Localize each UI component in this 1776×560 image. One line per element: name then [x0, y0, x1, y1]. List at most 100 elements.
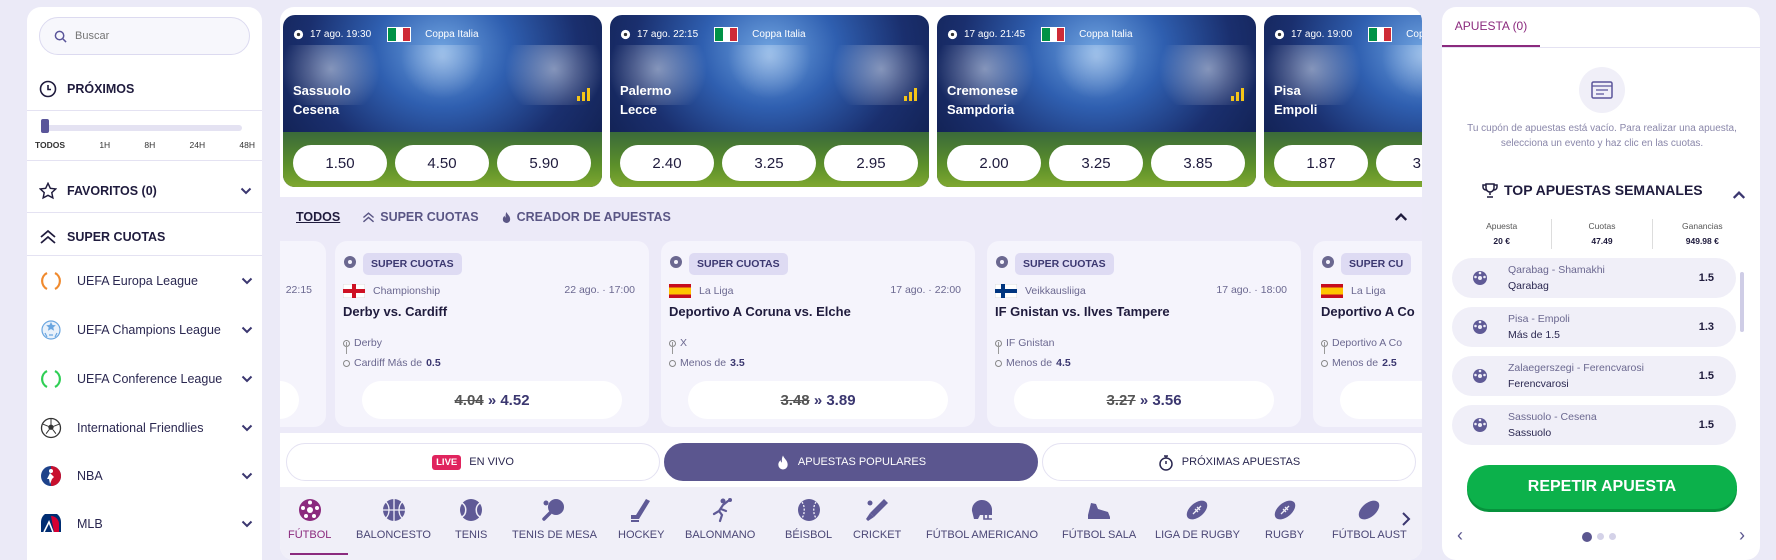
soccer-ball-icon	[1322, 256, 1334, 268]
chevron-down-icon[interactable]	[241, 518, 253, 530]
super-cuota-odds-button[interactable]: 3.27 » 3.56	[1014, 381, 1274, 419]
sidebar-league-europa[interactable]: UEFA Europa League	[39, 266, 254, 296]
selection-2: Cardiff Más de	[354, 357, 423, 369]
top-bet-item[interactable]: Qarabag - Shamakhi Qarabag 1.5	[1452, 258, 1736, 298]
away-team: Sampdoria	[947, 102, 1015, 117]
search-box[interactable]	[39, 17, 250, 55]
tab-super-cuotas[interactable]: SUPER CUOTAS	[362, 210, 479, 224]
basketball-icon	[382, 499, 405, 521]
odds-button-1[interactable]: 1.87	[1274, 145, 1368, 181]
event-date: 17 ago. · 22:00	[890, 284, 961, 296]
super-cuota-odds-button[interactable]	[280, 381, 299, 419]
event-card[interactable]: 17 ago. 21:45 Coppa Italia Cremonese Sampd…	[937, 15, 1256, 187]
sport-futbol-australiano[interactable]: FÚTBOL AUST	[1332, 497, 1407, 541]
odds-button-x[interactable]: 3.25	[722, 145, 816, 181]
filter-proximas-apuestas[interactable]: PRÓXIMAS APUESTAS	[1042, 443, 1416, 481]
sport-liga-de-rugby[interactable]: LIGA DE RUGBY	[1155, 497, 1240, 541]
chevron-down-icon[interactable]	[241, 275, 253, 287]
top-bet-item[interactable]: Zalaegerszegi - Ferencvarosi Ferencvarosi…	[1452, 356, 1736, 396]
super-cuota-card[interactable]: SUPER CUOTAS Championship 22 ago. · 17:0…	[335, 241, 649, 427]
filter-apuestas-populares[interactable]: APUESTAS POPULARES	[664, 443, 1038, 481]
super-cuota-odds-button[interactable]: 4.04 » 4.52	[362, 381, 622, 419]
sport-beisbol[interactable]: BÉISBOL	[785, 497, 832, 541]
sport-hockey[interactable]: HOCKEY	[618, 497, 664, 541]
tick-24h[interactable]: 24H	[190, 140, 206, 150]
super-cuota-odds-button[interactable]: 3.48 » 3.89	[688, 381, 948, 419]
tab-apuesta[interactable]: APUESTA (0)	[1442, 7, 1540, 47]
tick-8h[interactable]: 8H	[144, 140, 155, 150]
stats-bars-icon[interactable]	[576, 87, 592, 101]
top-bets-scrollbar[interactable]	[1740, 272, 1744, 332]
stat-label: Apuesta	[1486, 221, 1518, 231]
filter-en-vivo[interactable]: LIVE EN VIVO	[286, 443, 660, 481]
stats-bars-icon[interactable]	[903, 87, 919, 101]
sidebar-league-champions[interactable]: UEFA Champions League	[39, 315, 254, 345]
super-cuota-card[interactable]: SUPER CUOTAS Veikkausliiga 17 ago. · 18:…	[987, 241, 1301, 427]
odds-button-x[interactable]: 3.4	[1376, 145, 1422, 181]
time-slider-track[interactable]	[42, 125, 242, 131]
tab-todos[interactable]: TODOS	[296, 210, 340, 224]
carousel-dot[interactable]	[1582, 532, 1592, 542]
odds-button-2[interactable]: 3.85	[1151, 145, 1245, 181]
chevron-right-icon[interactable]	[1400, 511, 1412, 527]
market-tabs: TODOS SUPER CUOTAS CREADOR DE APUESTAS	[280, 197, 1422, 237]
event-card[interactable]: 17 ago. 22:15 Coppa Italia Palermo Lecce 2…	[610, 15, 929, 187]
odds-button-2[interactable]: 2.95	[824, 145, 918, 181]
time-slider-handle[interactable]	[41, 119, 49, 133]
sidebar-league-conference[interactable]: UEFA Conference League	[39, 364, 254, 394]
event-card[interactable]: 17 ago. 19:00 Coppa Italia Pisa Empoli 1.8…	[1264, 15, 1422, 187]
sport-tenis-de-mesa[interactable]: TENIS DE MESA	[512, 497, 597, 541]
selection-2: Menos de	[680, 357, 727, 369]
repeat-bet-button[interactable]: REPETIR APUESTA	[1467, 465, 1737, 509]
super-cuota-card[interactable]: SUPER CU La Liga Deportivo A Co Deportiv…	[1313, 241, 1422, 427]
chevron-up-icon[interactable]	[1732, 188, 1746, 202]
super-cuota-card[interactable]: 22:15	[280, 241, 326, 427]
filter-label: APUESTAS POPULARES	[797, 456, 927, 468]
sport-cricket[interactable]: CRICKET	[853, 497, 901, 541]
chevron-down-icon[interactable]	[241, 470, 253, 482]
super-cuotas-header[interactable]: SUPER CUOTAS	[39, 228, 165, 246]
sport-label: LIGA DE RUGBY	[1155, 529, 1240, 541]
chevron-up-icon[interactable]	[1394, 210, 1408, 224]
chevron-down-icon[interactable]	[241, 422, 253, 434]
sidebar-league-nba[interactable]: NBA	[39, 461, 254, 491]
sidebar-league-friendlies[interactable]: International Friendlies	[39, 413, 254, 443]
top-bet-item[interactable]: Pisa - Empoli Más de 1.5 1.3	[1452, 307, 1736, 347]
chevron-left-icon[interactable]: ‹	[1457, 525, 1463, 546]
filter-label: PRÓXIMAS APUESTAS	[1181, 456, 1301, 468]
super-cuota-odds-button[interactable]	[1340, 381, 1422, 419]
sport-baloncesto[interactable]: BALONCESTO	[356, 497, 431, 541]
top-weekly-header[interactable]: TOP APUESTAS SEMANALES	[1482, 182, 1703, 198]
chevron-down-icon[interactable]	[241, 324, 253, 336]
super-cuota-card[interactable]: SUPER CUOTAS La Liga 17 ago. · 22:00 Dep…	[661, 241, 975, 427]
sport-futbol[interactable]: FÚTBOL	[288, 497, 331, 541]
top-bet-item[interactable]: Sassuolo - Cesena Sassuolo 1.5	[1452, 405, 1736, 445]
sport-futbol-sala[interactable]: FÚTBOL SALA	[1062, 497, 1136, 541]
tick-48h[interactable]: 48H	[239, 140, 255, 150]
chevron-down-icon[interactable]	[241, 373, 253, 385]
search-input[interactable]	[75, 30, 225, 42]
carousel-dot[interactable]	[1597, 533, 1604, 540]
favoritos-header[interactable]: FAVORITOS (0)	[39, 182, 254, 200]
carousel-dot[interactable]	[1609, 533, 1616, 540]
tick-todos[interactable]: TODOS	[35, 140, 65, 150]
odds-button-2[interactable]: 5.90	[497, 145, 591, 181]
odds-button-1[interactable]: 1.50	[293, 145, 387, 181]
tab-creador[interactable]: CREADOR DE APUESTAS	[501, 210, 671, 224]
sidebar-league-mlb[interactable]: MLB	[39, 509, 254, 539]
sport-rugby[interactable]: RUGBY	[1265, 497, 1304, 541]
odds-button-1[interactable]: 2.00	[947, 145, 1041, 181]
event-date: 22:15	[285, 284, 312, 296]
chevron-right-icon[interactable]: ›	[1739, 525, 1745, 546]
odds-button-x[interactable]: 4.50	[395, 145, 489, 181]
odds-button-x[interactable]: 3.25	[1049, 145, 1143, 181]
sport-balonmano[interactable]: BALONMANO	[685, 497, 755, 541]
tick-1h[interactable]: 1H	[99, 140, 110, 150]
league-label: UEFA Europa League	[77, 274, 198, 288]
event-card[interactable]: 17 ago. 19:30 Coppa Italia Sassuolo Cesena…	[283, 15, 602, 187]
stats-bars-icon[interactable]	[1230, 87, 1246, 101]
sport-tenis[interactable]: TENIS	[455, 497, 487, 541]
odds-button-1[interactable]: 2.40	[620, 145, 714, 181]
proximos-header[interactable]: PRÓXIMOS	[39, 80, 134, 98]
sport-futbol-americano[interactable]: FÚTBOL AMERICANO	[926, 497, 1038, 541]
